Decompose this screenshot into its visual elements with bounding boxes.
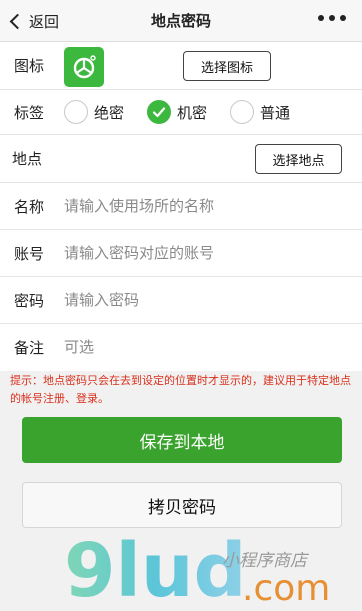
radio-confidential[interactable]: 机密: [147, 100, 207, 124]
more-menu-icon[interactable]: [318, 15, 346, 21]
location-label: 地点: [12, 150, 43, 168]
account-label: 账号: [14, 244, 45, 263]
location-row: 地点 选择地点: [0, 135, 362, 183]
radio-circle-icon: [64, 100, 88, 124]
choose-location-button[interactable]: 选择地点: [255, 144, 342, 174]
back-label: 返回: [29, 12, 60, 31]
name-row: 名称: [0, 183, 362, 230]
radio-label: 机密: [177, 103, 208, 122]
radio-label: 普通: [260, 103, 291, 122]
note-input[interactable]: [64, 336, 214, 358]
password-row: 密码: [0, 277, 362, 324]
watermark-logo: 9lud 小程序商店 .com: [64, 536, 330, 608]
hint-text: 提示：地点密码只会在去到设定的位置时才显示的，建议用于特定地点的帐号注册、登录。: [10, 374, 351, 405]
save-to-local-button[interactable]: 保存到本地: [22, 417, 342, 463]
radio-circle-icon: [230, 100, 254, 124]
tag-label: 标签: [14, 103, 45, 122]
name-label: 名称: [14, 197, 45, 216]
choose-icon-button[interactable]: 选择图标: [183, 51, 271, 81]
name-input[interactable]: [64, 195, 214, 217]
radio-normal[interactable]: 普通: [230, 100, 290, 124]
navigation-bar: 返回 地点密码: [0, 0, 362, 42]
logo-domain: .com: [242, 568, 330, 608]
account-row: 账号: [0, 230, 362, 277]
password-input[interactable]: [64, 289, 214, 311]
note-label: 备注: [14, 339, 45, 357]
tag-row: 标签 绝密 机密 普通: [0, 90, 362, 135]
icon-label: 图标: [14, 57, 45, 75]
radio-label: 绝密: [94, 103, 125, 122]
logo-text: 9lud: [64, 536, 247, 608]
chevron-left-icon: [9, 13, 26, 29]
account-input[interactable]: [64, 242, 214, 264]
copy-password-button[interactable]: 拷贝密码: [22, 482, 342, 528]
checkmark-icon: [147, 100, 171, 124]
clock-icon[interactable]: [64, 47, 104, 87]
password-label: 密码: [14, 291, 45, 310]
icon-row: 图标 选择图标: [0, 42, 362, 90]
note-row: 备注: [0, 324, 362, 371]
back-button[interactable]: 返回: [8, 0, 59, 42]
radio-top-secret[interactable]: 绝密: [64, 100, 124, 124]
form: 图标 选择图标 标签 绝密 机密 普通 地点 选择地点 名称 请输入使用场所的名…: [0, 42, 362, 371]
